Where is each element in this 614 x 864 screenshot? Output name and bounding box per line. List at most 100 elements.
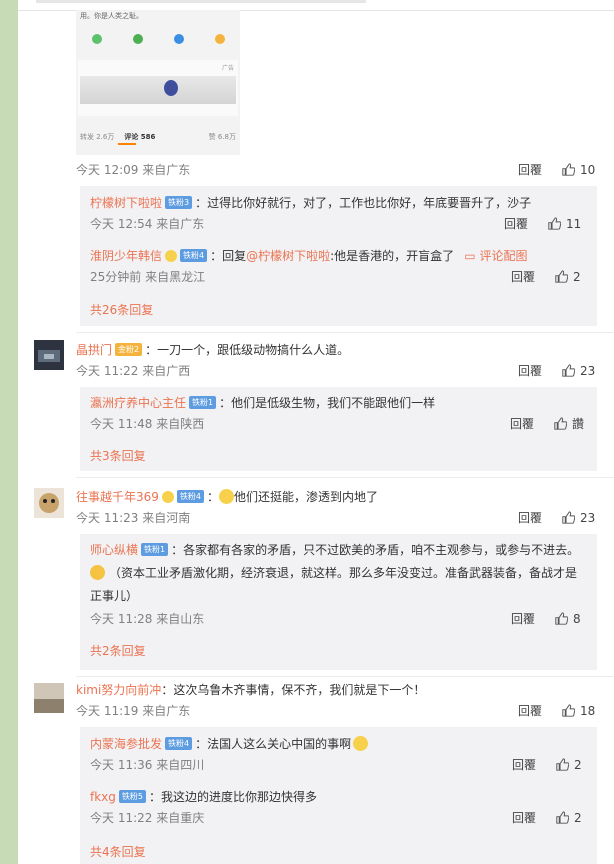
thumb-up-icon[interactable]: [556, 758, 570, 771]
emoji-icon: [353, 736, 369, 751]
tab-comment: 评论 586: [124, 133, 156, 141]
emoji-icon: [165, 249, 178, 262]
reply-button[interactable]: 回覆: [504, 215, 528, 232]
reply-panel: 瀛洲疗养中心主任 铁粉1 ：他们是低级生物，我们不能跟他们一样 今天 11:48…: [80, 387, 597, 471]
moments-icon: [132, 34, 143, 44]
thumb-up-icon[interactable]: [556, 811, 570, 824]
reply-username[interactable]: 淮阴少年韩信: [90, 247, 162, 264]
reply-button[interactable]: 回覆: [510, 415, 534, 432]
qzone-icon: [214, 34, 225, 44]
reply-panel: 柠檬树下啦啦 铁粉3 ：过得比你好就行，对了，工作也比你好，年底要晋升了，沙子 …: [80, 186, 597, 326]
reply-text: ：各家都有各家的矛盾，只不过欧美的矛盾，咱不主观参与，或参与不进去。: [171, 543, 580, 557]
tab-repost: 转发 2.6万: [80, 133, 115, 141]
reply-meta: 25分钟前 来自黑龙江: [90, 270, 206, 284]
emoji-icon: [219, 489, 235, 504]
comment-line: kimi努力向前冲 ：这次乌鲁木齐事情，保不齐，我们就是下一个！: [76, 681, 425, 698]
like-count: 18: [580, 703, 596, 718]
comment-username[interactable]: 往事越千年369: [76, 488, 159, 505]
fan-badge: 铁粉4: [180, 249, 208, 262]
avatar[interactable]: [34, 488, 64, 518]
comment-meta: 今天 11:23 来自河南: [76, 511, 191, 525]
reply-button[interactable]: 回覆: [518, 362, 542, 379]
mention-link[interactable]: @柠檬树下啦啦: [246, 247, 330, 264]
comment-line: 往事越千年369 铁粉4 ： 他们还挺能，渗透到内地了: [76, 488, 379, 505]
fan-badge: 铁粉1: [189, 396, 217, 409]
reply-text: ：法国人这么关心中国的事啊: [195, 737, 352, 751]
reply-button[interactable]: 回覆: [518, 161, 542, 178]
thumb-up-icon[interactable]: [562, 364, 576, 377]
image-tabs: 转发 2.6万 评论 586 赞 6.8万: [80, 132, 236, 142]
share-icons: [76, 30, 240, 48]
thumb-up-icon[interactable]: [562, 704, 576, 717]
more-replies-link[interactable]: 共4条回复: [90, 843, 146, 860]
like-count: 10: [580, 162, 596, 177]
flower-image: [164, 80, 178, 96]
reply-username[interactable]: fkxg: [90, 790, 116, 804]
reply-button[interactable]: 回覆: [512, 756, 536, 773]
more-replies-link[interactable]: 共2条回复: [90, 642, 146, 659]
reply-button[interactable]: 回覆: [512, 809, 536, 826]
qq-icon: [173, 34, 184, 44]
thumb-up-icon[interactable]: [562, 163, 576, 176]
comment-image[interactable]: 用。你是人类之耻。 广告 转发 2.6万 评论 586 赞 6.8万: [76, 10, 240, 155]
comment-text: ：一刀一个，跟低级动物搞什么人道。: [145, 343, 350, 357]
fan-badge: 金粉2: [115, 343, 143, 356]
thumb-up-icon[interactable]: [548, 217, 562, 230]
avatar[interactable]: [34, 683, 64, 713]
fan-badge: 铁粉4: [176, 490, 204, 503]
more-replies-link[interactable]: 共26条回复: [90, 301, 153, 318]
comment-username[interactable]: kimi努力向前冲: [76, 681, 161, 698]
reply-text: ：我这边的进度比你那边快得多: [149, 790, 318, 804]
more-replies-link[interactable]: 共3条回复: [90, 447, 146, 464]
image-icon: ▭: [464, 248, 476, 263]
reply-panel: 师心纵横 铁粉1 ：各家都有各家的矛盾，只不过欧美的矛盾，咱不主观参与，或参与不…: [80, 534, 597, 670]
reply-text: ：过得比你好就行，对了，工作也比你好，年底要晋升了，沙子: [195, 196, 532, 210]
reply-username[interactable]: 瀛洲疗养中心主任: [90, 394, 186, 411]
avatar[interactable]: [34, 340, 64, 370]
comment-username[interactable]: 晶拱门: [76, 341, 112, 358]
reply-button[interactable]: 回覆: [511, 610, 535, 627]
like-count: 23: [580, 363, 596, 378]
view-image-link[interactable]: 评论配图: [480, 247, 528, 264]
comment-feed: 用。你是人类之耻。 广告 转发 2.6万 评论 586 赞 6.8万 今天 12…: [18, 10, 614, 864]
thumb-up-icon[interactable]: [555, 270, 569, 283]
reply-username[interactable]: 师心纵横: [90, 541, 138, 558]
reply-button[interactable]: 回覆: [518, 702, 542, 719]
reply-meta: 今天 11:48 来自陕西: [90, 417, 205, 431]
comment-meta: 今天 11:19 来自广东: [76, 704, 191, 718]
reply-username[interactable]: 柠檬树下啦啦: [90, 194, 162, 211]
reply-meta: 今天 11:22 来自重庆: [90, 811, 205, 825]
fan-badge: 铁粉4: [165, 737, 193, 750]
reply-username[interactable]: 内蒙海参批发: [90, 735, 162, 752]
reply-button[interactable]: 回覆: [518, 509, 542, 526]
reply-button[interactable]: 回覆: [511, 268, 535, 285]
fan-badge: 铁粉3: [165, 196, 193, 209]
reply-line: 瀛洲疗养中心主任 铁粉1 ：他们是低级生物，我们不能跟他们一样: [90, 394, 435, 411]
ad-block: 广告: [78, 60, 238, 116]
ad-label: 广告: [221, 65, 234, 72]
thumb-up-icon[interactable]: [555, 612, 569, 625]
emoji-icon: [161, 490, 174, 503]
emoji-icon: [90, 565, 105, 580]
thumb-up-icon[interactable]: [562, 511, 576, 524]
comment-actions: 回覆 10: [518, 161, 595, 178]
thumb-up-icon[interactable]: [554, 417, 568, 430]
comment-meta: 今天 12:09 来自广东: [76, 163, 191, 177]
left-background: [0, 0, 18, 864]
reply-line: fkxg 铁粉5 ：我这边的进度比你那边快得多: [90, 788, 317, 805]
fan-badge: 铁粉5: [118, 790, 146, 803]
tab-like: 赞 6.8万: [208, 133, 236, 141]
wechat-icon: [91, 34, 102, 44]
reply-panel: 内蒙海参批发 铁粉4 ：法国人这么关心中国的事啊 今天 11:36 来自四川 回…: [80, 727, 597, 864]
comment-text: ：这次乌鲁木齐事情，保不齐，我们就是下一个！: [161, 683, 426, 697]
comment-meta: 今天 11:22 来自广西: [76, 364, 191, 378]
reply-line: 柠檬树下啦啦 铁粉3 ：过得比你好就行，对了，工作也比你好，年底要晋升了，沙子: [90, 194, 531, 211]
reply-meta: 今天 12:54 来自广东: [90, 217, 205, 231]
reply-line: 内蒙海参批发 铁粉4 ：法国人这么关心中国的事啊: [90, 735, 369, 752]
reply-meta: 今天 11:36 来自四川: [90, 758, 205, 772]
comment-text: 他们还挺能，渗透到内地了: [234, 490, 379, 504]
reply-meta: 今天 11:28 来自山东: [90, 612, 205, 626]
image-text: 用。你是人类之耻。: [80, 12, 143, 20]
reply-line: 淮阴少年韩信 铁粉4 ：回复 @柠檬树下啦啦 :他是香港的，开盲盒了 ▭ 评论配…: [90, 247, 528, 264]
reply-line: 师心纵横 铁粉1 ：各家都有各家的矛盾，只不过欧美的矛盾，咱不主观参与，或参与不…: [90, 541, 579, 558]
